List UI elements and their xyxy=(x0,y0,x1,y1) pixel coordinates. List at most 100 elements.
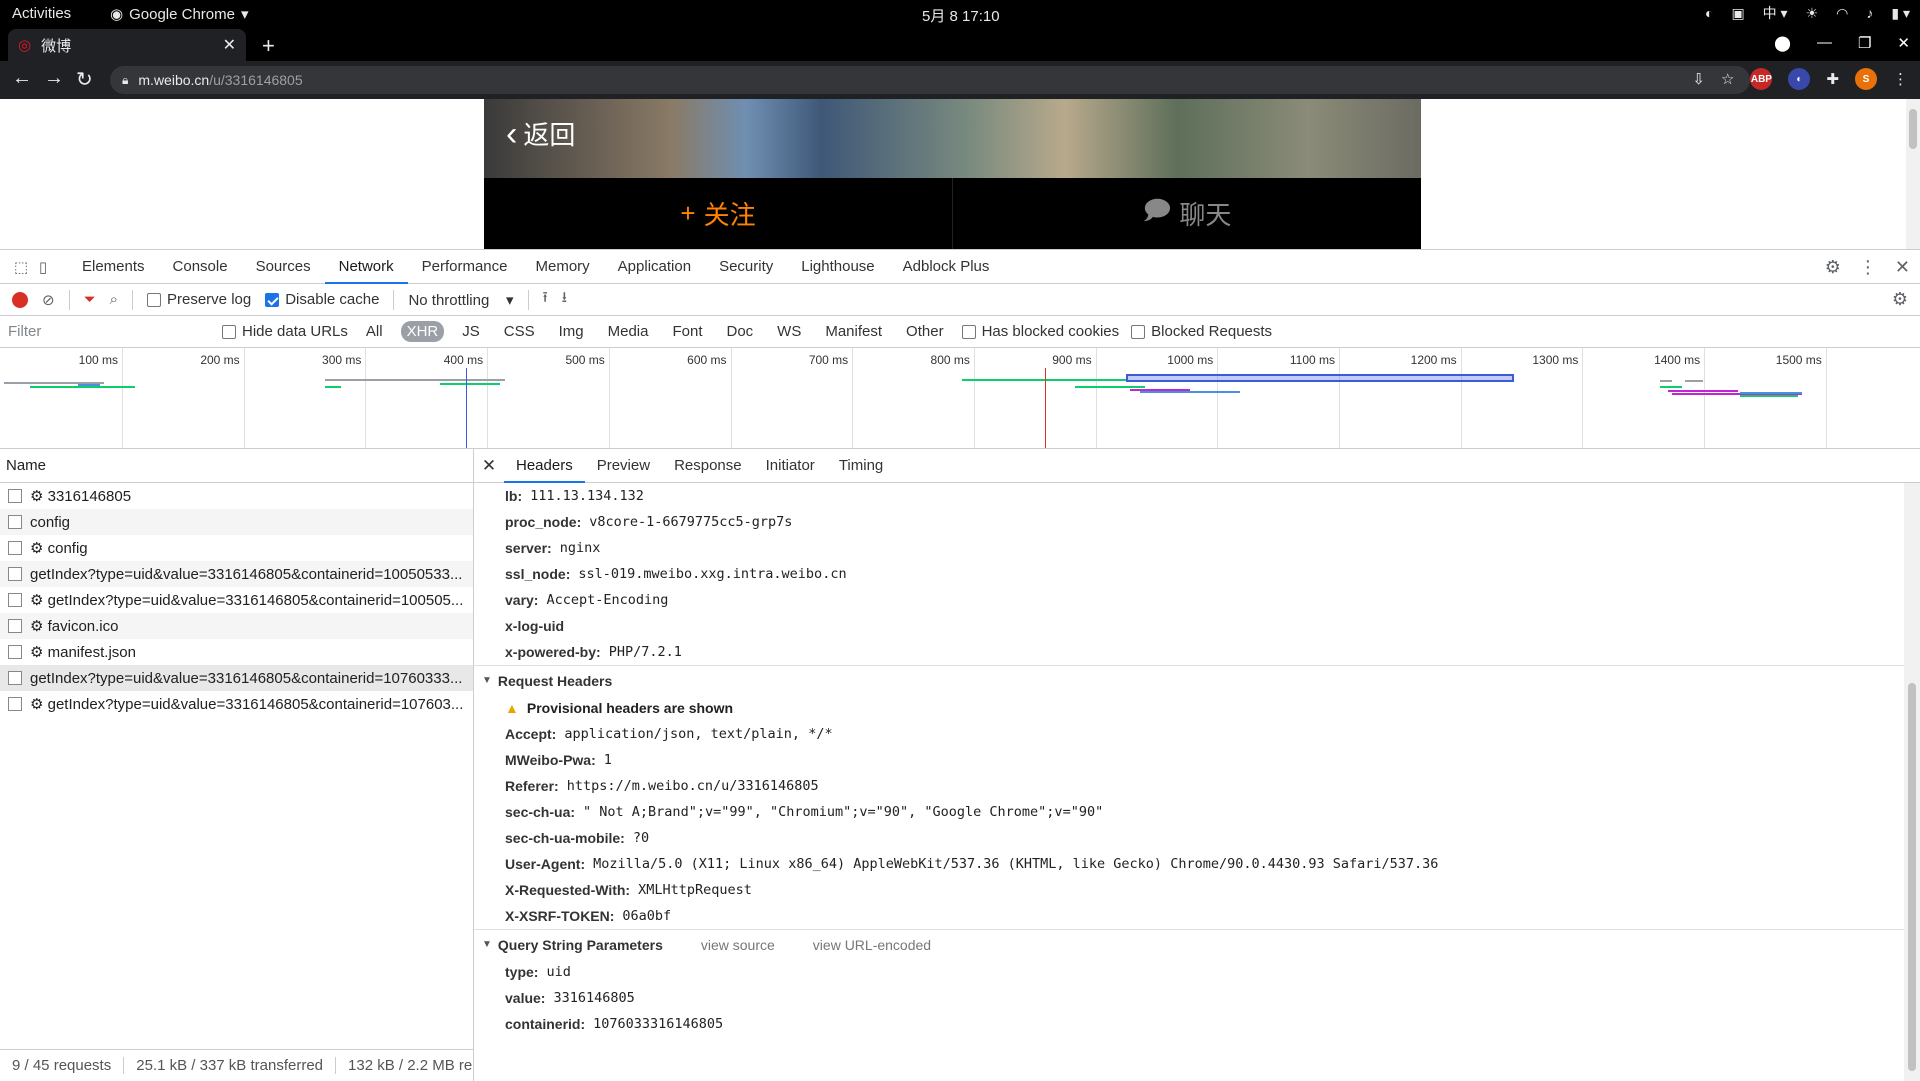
header-row[interactable]: x-log-uid xyxy=(474,613,1904,639)
filter-input[interactable]: Filter xyxy=(0,320,210,344)
tab-initiator[interactable]: Initiator xyxy=(754,449,827,483)
header-row[interactable]: User-Agent:Mozilla/5.0 (X11; Linux x86_6… xyxy=(474,851,1904,877)
record-button[interactable] xyxy=(12,292,28,308)
export-har-icon[interactable]: ⭳ xyxy=(562,287,567,312)
header-row[interactable]: vary:Accept-Encoding xyxy=(474,587,1904,613)
query-string-section[interactable]: ▼ Query String Parameters view source vi… xyxy=(474,929,1904,959)
filter-all[interactable]: All xyxy=(360,321,389,342)
minimize-icon[interactable]: — xyxy=(1817,34,1832,52)
settings-gear-icon[interactable]: ⚙ xyxy=(1825,257,1841,278)
tab-application[interactable]: Application xyxy=(604,250,705,284)
filter-doc[interactable]: Doc xyxy=(720,321,759,342)
import-har-icon[interactable]: ⭱ xyxy=(543,287,548,312)
filter-funnel-icon[interactable]: ⏷ xyxy=(84,291,96,308)
header-row[interactable]: x-powered-by:PHP/7.2.1 xyxy=(474,639,1904,665)
blocked-requests-checkbox[interactable]: Blocked Requests xyxy=(1131,323,1272,340)
header-row[interactable]: proc_node:v8core-1-6679775cc5-grp7s xyxy=(474,509,1904,535)
request-row[interactable]: ⚙ getIndex?type=uid&value=3316146805&con… xyxy=(0,691,473,717)
tab-memory[interactable]: Memory xyxy=(522,250,604,284)
preserve-log-checkbox[interactable]: Preserve log xyxy=(147,291,251,308)
bookmark-star-icon[interactable]: ☆ xyxy=(1721,70,1734,88)
activities-button[interactable]: Activities xyxy=(12,5,71,22)
tab-performance[interactable]: Performance xyxy=(408,250,522,284)
tab-elements[interactable]: Elements xyxy=(68,250,159,284)
header-row[interactable]: containerid:1076033316146805 xyxy=(474,1011,1904,1037)
address-bar[interactable]: 🔒︎ m.weibo.cn/u/3316146805 xyxy=(110,66,1750,94)
header-row[interactable]: lb:111.13.134.132 xyxy=(474,483,1904,509)
follow-button[interactable]: + 关注 xyxy=(484,178,953,249)
view-source-link[interactable]: view source xyxy=(701,937,775,953)
input-method-indicator[interactable]: 中 ▾ xyxy=(1763,3,1788,23)
close-devtools-icon[interactable]: ✕ xyxy=(1895,257,1910,278)
request-row[interactable]: ⚙ getIndex?type=uid&value=3316146805&con… xyxy=(0,587,473,613)
name-column-header[interactable]: Name xyxy=(0,449,473,483)
browser-tab[interactable]: ◎ 微博 ✕ xyxy=(8,29,246,61)
header-row[interactable]: sec-ch-ua-mobile:?0 xyxy=(474,825,1904,851)
tab-lighthouse[interactable]: Lighthouse xyxy=(787,250,888,284)
disable-cache-checkbox[interactable]: Disable cache xyxy=(265,291,379,308)
tab-close-icon[interactable]: ✕ xyxy=(223,35,236,55)
clock[interactable]: 5月 8 17:10 xyxy=(922,5,1000,26)
install-app-icon[interactable]: ⇩ xyxy=(1692,70,1705,88)
tab-timing[interactable]: Timing xyxy=(827,449,895,483)
forward-arrow-icon[interactable]: → xyxy=(44,67,64,90)
tab-security[interactable]: Security xyxy=(705,250,787,284)
header-row[interactable]: value:3316146805 xyxy=(474,985,1904,1011)
request-row[interactable]: config xyxy=(0,509,473,535)
tab-console[interactable]: Console xyxy=(159,250,242,284)
profile-avatar[interactable]: S xyxy=(1855,68,1877,90)
filter-media[interactable]: Media xyxy=(602,321,655,342)
request-row[interactable]: ⚙ manifest.json xyxy=(0,639,473,665)
update-icon[interactable]: ◐ xyxy=(1705,5,1713,21)
new-tab-button[interactable]: + xyxy=(262,33,275,59)
has-blocked-cookies-checkbox[interactable]: Has blocked cookies xyxy=(962,323,1120,340)
system-tray[interactable]: ◐ ▣ 中 ▾ ☀ ◠ ♪ ▮ ▾ xyxy=(1705,3,1910,23)
search-icon[interactable]: ⌕ xyxy=(110,291,118,308)
header-row[interactable]: sec-ch-ua:" Not A;Brand";v="99", "Chromi… xyxy=(474,799,1904,825)
network-settings-icon[interactable]: ⚙ xyxy=(1892,289,1908,310)
request-row[interactable]: ⚙ config xyxy=(0,535,473,561)
clear-icon[interactable]: ⊘ xyxy=(42,291,55,309)
filter-font[interactable]: Font xyxy=(666,321,708,342)
request-row[interactable]: ⚙ favicon.ico xyxy=(0,613,473,639)
filter-css[interactable]: CSS xyxy=(498,321,541,342)
tab-headers[interactable]: Headers xyxy=(504,449,585,483)
restore-icon[interactable]: ❐ xyxy=(1858,34,1871,52)
throttling-select[interactable]: No throttling ▾ xyxy=(408,291,513,309)
request-headers-section[interactable]: ▼ Request Headers xyxy=(474,665,1904,695)
tab-response[interactable]: Response xyxy=(662,449,754,483)
tab-adblock-plus[interactable]: Adblock Plus xyxy=(889,250,1004,284)
filter-manifest[interactable]: Manifest xyxy=(819,321,888,342)
device-toolbar-icon[interactable]: ▯ xyxy=(32,258,54,276)
filter-img[interactable]: Img xyxy=(553,321,590,342)
hide-data-urls-checkbox[interactable]: Hide data URLs xyxy=(222,323,348,340)
header-row[interactable]: X-XSRF-TOKEN:06a0bf xyxy=(474,903,1904,929)
filter-other[interactable]: Other xyxy=(900,321,950,342)
tab-sources[interactable]: Sources xyxy=(242,250,325,284)
request-row[interactable]: ⚙ 3316146805 xyxy=(0,483,473,509)
header-row[interactable]: Accept:application/json, text/plain, */* xyxy=(474,721,1904,747)
back-arrow-icon[interactable]: ← xyxy=(12,67,32,90)
lock-icon[interactable]: 🔒︎ xyxy=(122,73,128,88)
filter-ws[interactable]: WS xyxy=(771,321,807,342)
tab-search-icon[interactable]: ⬤ xyxy=(1774,34,1791,52)
app-menu[interactable]: ◉ Google Chrome ▾ xyxy=(110,5,249,23)
reload-icon[interactable]: ↻ xyxy=(76,67,93,92)
extensions-puzzle-icon[interactable]: ✚ xyxy=(1826,70,1839,88)
network-overview-timeline[interactable]: 100 ms200 ms300 ms400 ms500 ms600 ms700 … xyxy=(0,348,1920,449)
request-row[interactable]: getIndex?type=uid&value=3316146805&conta… xyxy=(0,665,473,691)
volume-icon[interactable]: ♪ xyxy=(1866,5,1873,21)
brightness-icon[interactable]: ☀ xyxy=(1806,5,1819,22)
page-scrollbar[interactable] xyxy=(1906,99,1920,249)
tab-preview[interactable]: Preview xyxy=(585,449,662,483)
close-window-icon[interactable]: ✕ xyxy=(1897,34,1910,52)
header-row[interactable]: ssl_node:ssl-019.mweibo.xxg.intra.weibo.… xyxy=(474,561,1904,587)
wifi-icon[interactable]: ◠ xyxy=(1836,5,1848,22)
filter-xhr[interactable]: XHR xyxy=(401,321,445,342)
inspect-element-icon[interactable]: ⬚ xyxy=(10,258,32,276)
chrome-menu-icon[interactable]: ⋮ xyxy=(1893,70,1908,88)
close-detail-icon[interactable]: ✕ xyxy=(474,456,504,476)
view-url-encoded-link[interactable]: view URL-encoded xyxy=(813,937,931,953)
tab-network[interactable]: Network xyxy=(325,250,408,284)
chat-button[interactable]: 🗩︎ 聊天 xyxy=(953,178,1421,249)
